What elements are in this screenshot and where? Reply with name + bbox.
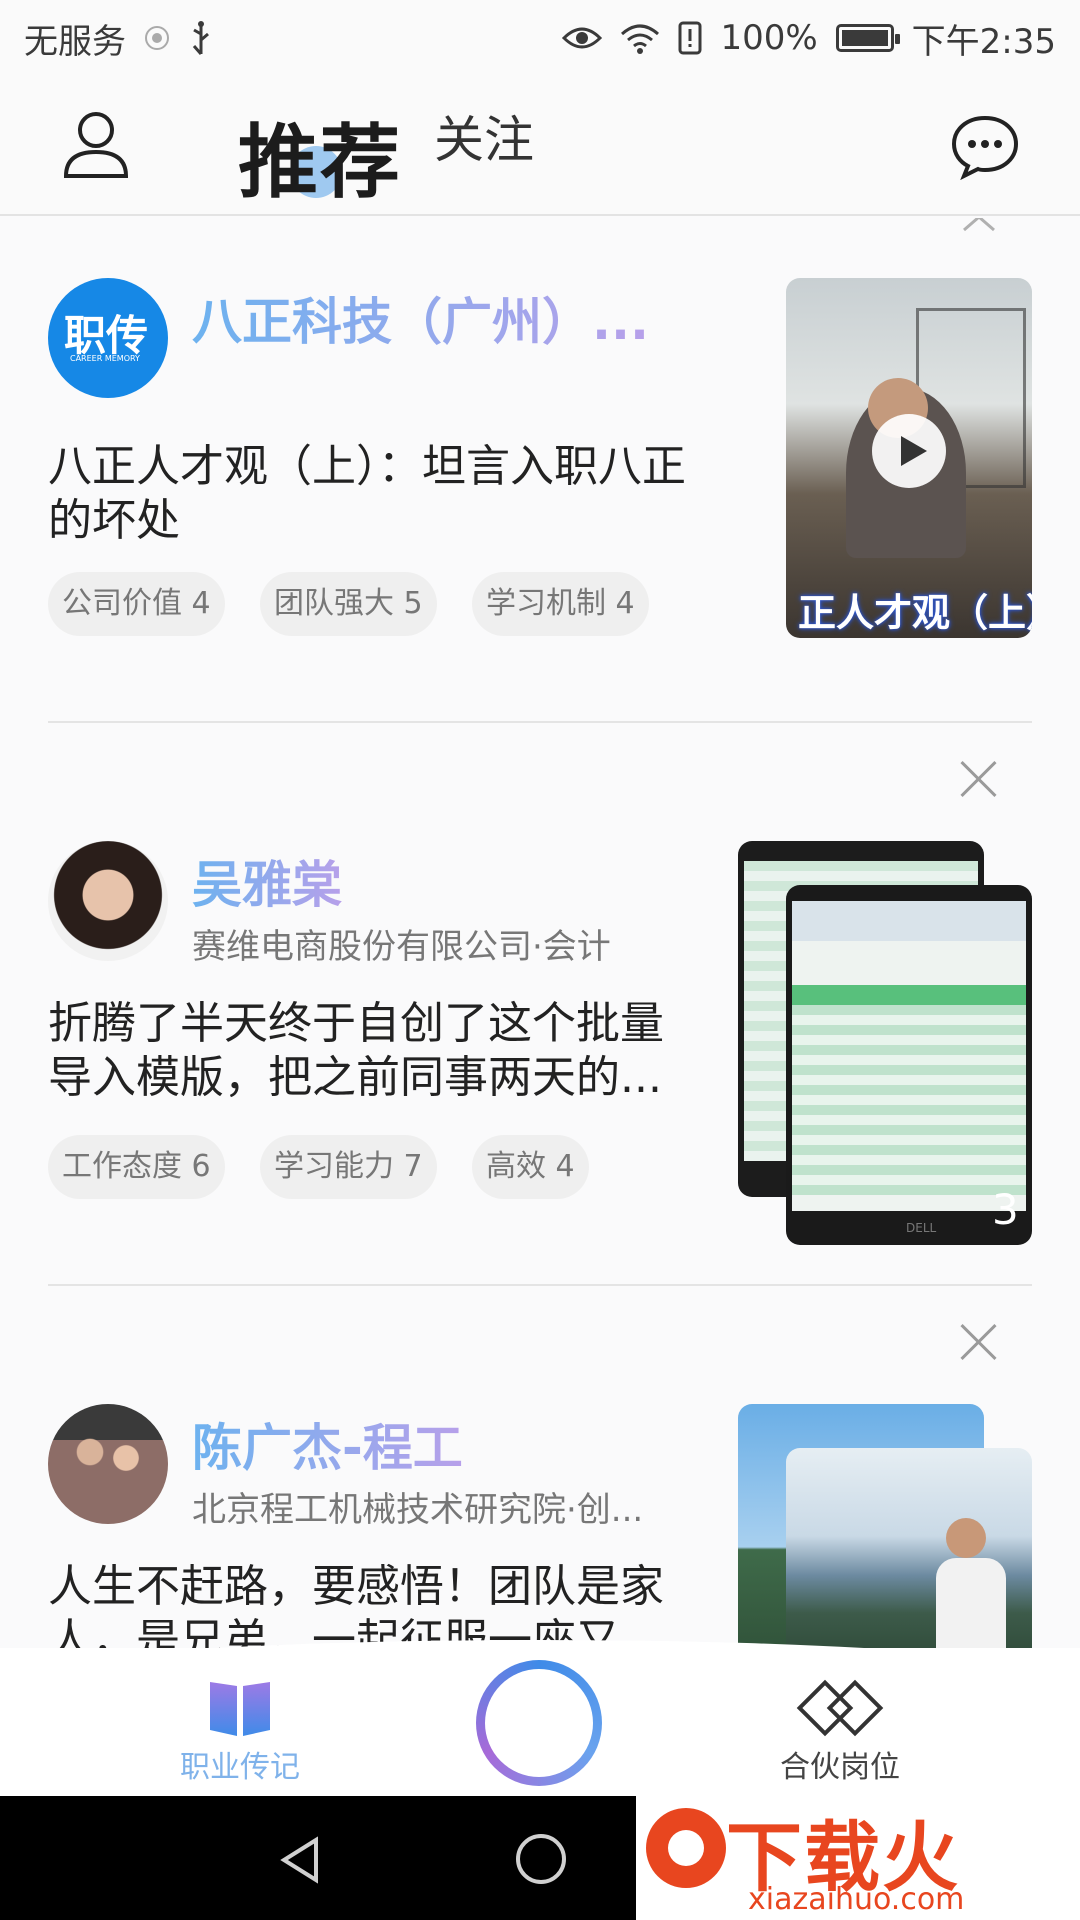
feed-card[interactable]: 陈广杰-程工 北京程工机械技术研究院·创... 人生不赶路，要感悟！团队是家人，…	[0, 1286, 1080, 1648]
dismiss-icon[interactable]	[961, 1324, 997, 1360]
watermark: 下载火 xiazaihuo.com	[636, 1790, 1080, 1920]
tab-label: 合伙岗位	[780, 1750, 900, 1785]
collapse-arrow-icon[interactable]	[962, 218, 996, 236]
play-icon[interactable]	[872, 414, 946, 488]
avatar[interactable]	[48, 841, 168, 961]
monitor-brand: DELL	[906, 1221, 937, 1235]
battery-percent: 100%	[720, 18, 818, 58]
message-icon[interactable]	[950, 114, 1020, 181]
tab-label: 职业传记	[180, 1750, 300, 1785]
tab-career-biography[interactable]: 职业传记	[160, 1678, 320, 1786]
tag-chip[interactable]: 公司价值 4	[48, 572, 225, 636]
wifi-icon	[620, 22, 660, 54]
nav-home-icon[interactable]	[516, 1834, 566, 1884]
usb-icon	[188, 20, 214, 56]
post-title[interactable]: 人生不赶路，要感悟！团队是家人，是兄弟，一起征服一座又	[48, 1560, 688, 1648]
image-count: 3	[992, 1185, 1019, 1234]
diamond-link-icon	[760, 1678, 920, 1738]
author-name[interactable]: 吴雅棠	[192, 845, 342, 917]
author-name[interactable]: 陈广杰-程工	[192, 1408, 463, 1480]
clock-text: 下午2:35	[911, 21, 1056, 62]
watermark-logo-icon	[646, 1808, 726, 1888]
tag-chip[interactable]: 团队强大 5	[260, 572, 437, 636]
tab-partner-positions[interactable]: 合伙岗位	[760, 1678, 920, 1786]
image-thumbnail[interactable]: DELL 3	[786, 885, 1032, 1245]
author-company: 北京程工机械技术研究院·创...	[192, 1490, 644, 1530]
avatar[interactable]	[48, 1404, 168, 1524]
battery-icon	[835, 24, 900, 52]
image-thumbnail[interactable]	[786, 1448, 1032, 1648]
nav-back-icon[interactable]	[276, 1836, 324, 1884]
user-profile-icon[interactable]	[60, 108, 132, 180]
dismiss-icon[interactable]	[961, 761, 997, 797]
center-action-button[interactable]	[476, 1660, 602, 1786]
post-title[interactable]: 八正人才观（上）：坦言入职八正的坏处	[48, 440, 688, 548]
feed-card[interactable]: 吴雅棠 赛维电商股份有限公司·会计 折腾了半天终于自创了这个批量导入模版，把之前…	[0, 723, 1080, 1286]
tab-recommend[interactable]: 推荐	[238, 98, 402, 214]
eye-icon	[562, 24, 603, 52]
tag-chip[interactable]: 学习能力 7	[260, 1135, 437, 1199]
author-company: 赛维电商股份有限公司·会计	[192, 927, 611, 967]
tag-chip[interactable]: 高效 4	[472, 1135, 589, 1199]
book-icon	[160, 1678, 320, 1738]
tag-chip[interactable]: 工作态度 6	[48, 1135, 225, 1199]
no-sim-icon	[144, 25, 170, 51]
video-caption: 正人才观（上）	[798, 591, 1032, 635]
logo-subtext: CAREER MEMORY	[70, 354, 140, 363]
feed-list[interactable]: 职传 CAREER MEMORY 八正科技（广州）... 八正人才观（上）：坦言…	[0, 218, 1080, 1648]
tab-follow[interactable]: 关注	[434, 100, 534, 172]
company-logo[interactable]: 职传 CAREER MEMORY	[48, 278, 168, 398]
video-thumbnail[interactable]: 正人才观（上）	[786, 278, 1032, 638]
watermark-url: xiazaihuo.com	[748, 1882, 965, 1917]
tag-chip[interactable]: 学习机制 4	[472, 572, 649, 636]
top-header: 推荐 关注	[0, 76, 1080, 216]
post-title[interactable]: 折腾了半天终于自创了这个批量导入模版，把之前同事两天的...	[48, 997, 688, 1105]
status-bar: 无服务 100% 下午2:35	[0, 0, 1080, 76]
author-name[interactable]: 八正科技（广州）...	[192, 282, 649, 354]
alert-sim-icon	[678, 21, 702, 55]
feed-card[interactable]: 职传 CAREER MEMORY 八正科技（广州）... 八正人才观（上）：坦言…	[0, 218, 1080, 723]
carrier-text: 无服务	[24, 21, 126, 62]
